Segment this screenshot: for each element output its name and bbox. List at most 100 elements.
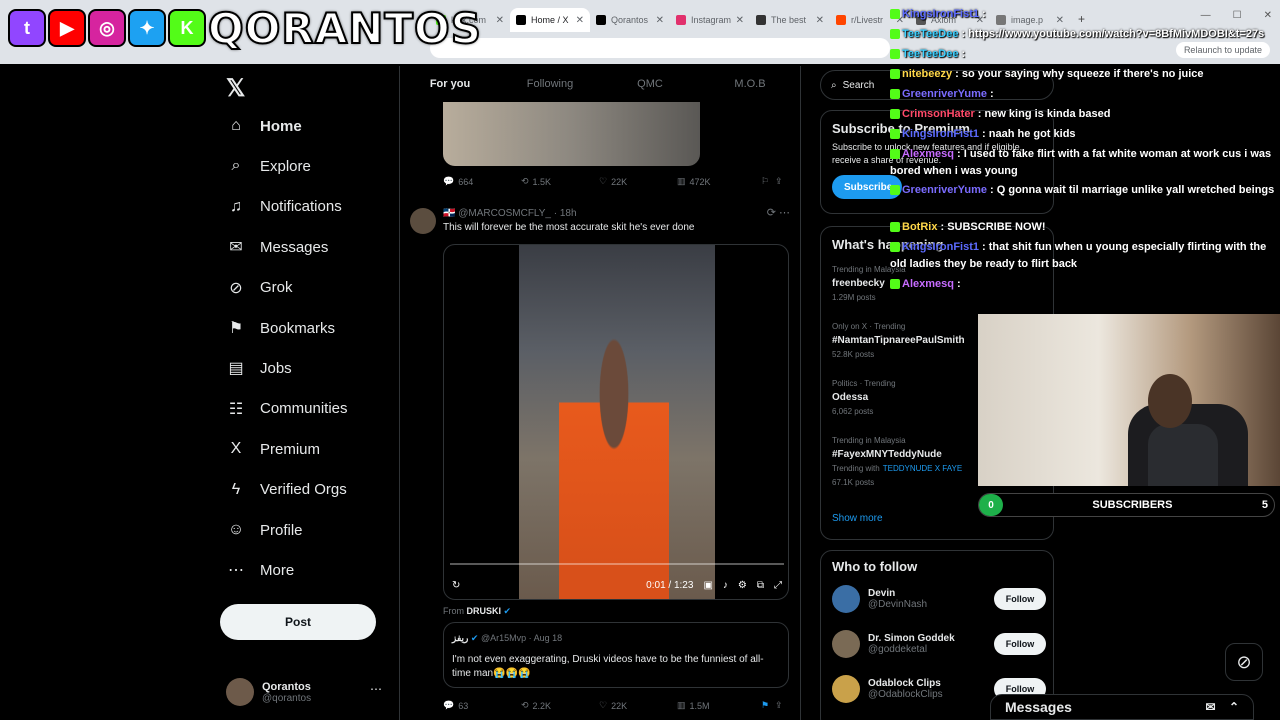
more-options-icon[interactable]: ⋯ [779, 207, 790, 219]
nav-item-label: Bookmarks [260, 319, 336, 337]
who-to-follow-title: Who to follow [832, 559, 918, 574]
trend-context: Politics · Trending [832, 379, 896, 388]
replay-icon[interactable]: ↻ [452, 580, 460, 591]
nav-item-label: Verified Orgs [260, 481, 347, 499]
chat-badge-icon [890, 109, 900, 120]
previous-post-media[interactable] [443, 102, 700, 166]
feed-tabs: For you Following QMC M.O.B [400, 66, 800, 102]
home-icon: ⌂ [231, 117, 241, 134]
browser-tab[interactable]: Instagram ✕ [670, 8, 750, 32]
browser-tab[interactable]: Home / X ✕ [510, 8, 590, 32]
grok-floating-button[interactable]: ⊘ [1225, 643, 1263, 681]
grok-icon[interactable]: ⟳ [767, 207, 776, 219]
author-avatar[interactable] [410, 208, 436, 234]
video-progress-bar[interactable] [450, 563, 784, 565]
source-name[interactable]: DRUSKI [467, 606, 502, 616]
tweet-author[interactable]: 🇩🇴 @MARCOSMCFLY_ · 18h [443, 208, 577, 219]
bookmark-icon[interactable]: ⚑ [761, 700, 775, 711]
reply-button[interactable]: 💬 664 [443, 176, 521, 187]
trend-item[interactable]: Trending in Malaysia #FayexMNYTeddyNude Tr… [832, 434, 962, 490]
follow-suggestion[interactable]: Dr. Simon Goddek @goddeketal Follow [832, 630, 1046, 658]
feed-tab[interactable]: QMC [600, 66, 700, 102]
nav-item-jobs[interactable]: ▤ Jobs [226, 356, 291, 380]
settings-icon[interactable]: ⚙ [738, 580, 747, 591]
follow-suggestion[interactable]: Devin @DevinNash Follow [832, 585, 1046, 613]
feed-tab[interactable]: Following [500, 66, 600, 102]
follow-button[interactable]: Follow [994, 588, 1046, 610]
show-more-link[interactable]: Show more [832, 513, 883, 524]
like-button[interactable]: ♡ 22K [599, 700, 677, 711]
feed-tab[interactable]: M.O.B [700, 66, 800, 102]
timeline: For you Following QMC M.O.B 💬 664 ⟲ 1.5K ♡ … [399, 66, 801, 720]
chat-message: KingsIronFist1: that shit fun when u you… [890, 241, 1267, 270]
trend-context: Trending in Malaysia [832, 436, 906, 445]
nav-item-grok[interactable]: ⊘ Grok [226, 276, 292, 300]
share-icon[interactable]: ⇪ [775, 176, 783, 187]
close-tab-icon[interactable]: ✕ [496, 15, 504, 26]
follow-button[interactable]: Follow [994, 633, 1046, 655]
browser-tab[interactable]: Qorantos ✕ [590, 8, 670, 32]
nav-item-premium[interactable]: X Premium [226, 437, 320, 461]
nav-item-home[interactable]: ⌂ Home [226, 114, 302, 138]
views-button[interactable]: ▥ 1.5M [677, 700, 761, 711]
close-tab-icon[interactable]: ✕ [816, 15, 824, 26]
trend-with-link[interactable]: TEDDYNUDE X FAYE [883, 464, 962, 473]
reply-button[interactable]: 💬 63 [443, 700, 521, 711]
suggestion-name: Devin [868, 588, 896, 599]
repost-button[interactable]: ⟲ 1.5K [521, 176, 599, 187]
social-icons: t ▶ ◎ ✦ K [8, 9, 206, 47]
quoted-tweet[interactable]: ريفز ✔ @Ar15Mvp · Aug 18 I'm not even ex… [443, 622, 789, 688]
nav-item-bookmarks[interactable]: ⚑ Bookmarks [226, 316, 335, 340]
tab-label: r/Livestr [851, 15, 884, 25]
feed-tab[interactable]: For you [400, 66, 500, 102]
captions-icon[interactable]: ▣ [703, 580, 712, 591]
nav-item-profile[interactable]: ☺ Profile [226, 518, 303, 542]
volume-icon[interactable]: ♪ [723, 580, 728, 591]
expand-icon[interactable]: ⌃ [1229, 700, 1239, 714]
like-button[interactable]: ♡ 22K [599, 176, 677, 187]
suggestion-name: Dr. Simon Goddek [868, 633, 955, 644]
close-tab-icon[interactable]: ✕ [576, 15, 584, 26]
nav-item-label: Home [260, 117, 302, 135]
repost-button[interactable]: ⟲ 2.2K [521, 700, 599, 711]
video-player[interactable]: ↻ 0:01 / 1:23 ▣ ♪ ⚙ ⧉ ⤢ [443, 244, 789, 600]
tab-favicon-icon [676, 15, 686, 25]
nav-item-messages[interactable]: ✉ Messages [226, 235, 328, 259]
account-switcher[interactable]: Qorantos @qorantos ⋯ [226, 676, 396, 708]
chat-message: TeeTeeDee: [890, 46, 1276, 63]
tab-label: Home / X [531, 15, 569, 25]
chat-text: so your saying why squeeze if there's no… [961, 68, 1204, 80]
avatar [832, 585, 860, 613]
bookmark-icon[interactable]: ⚐ [761, 176, 775, 187]
drawer-controls: ✉ ⌃ [1206, 700, 1239, 714]
twitter-icon: ✦ [128, 9, 166, 47]
trend-name: #FayexMNYTeddyNude [832, 449, 942, 460]
close-tab-icon[interactable]: ✕ [656, 15, 664, 26]
messages-drawer[interactable]: Messages ✉ ⌃ [990, 694, 1254, 720]
post-button[interactable]: Post [220, 604, 376, 640]
x-logo-icon[interactable]: 𝕏 [226, 74, 245, 103]
chat-badge-icon [890, 29, 900, 40]
chat-username: KingsIronFist1 [902, 128, 980, 140]
fullscreen-icon[interactable]: ⤢ [774, 580, 782, 591]
chat-message: KingsIronFist1: naah he got kids [890, 126, 1276, 143]
new-message-icon[interactable]: ✉ [1206, 700, 1216, 714]
verified-icon: ✔ [470, 633, 479, 643]
pip-icon[interactable]: ⧉ [757, 580, 764, 591]
trend-item[interactable]: Only on X · Trending #NamtanTipnareePaulS… [832, 320, 965, 362]
chat-username: KingsIronFist1 [902, 8, 980, 20]
views-button[interactable]: ▥ 472K [677, 176, 761, 187]
nav-item-notifications[interactable]: ♫ Notifications [226, 195, 342, 219]
nav-item-verified-orgs[interactable]: ϟ Verified Orgs [226, 478, 347, 502]
chat-badge-icon [890, 242, 900, 253]
nav-item-more[interactable]: ⋯ More [226, 558, 294, 582]
browser-tab[interactable]: The best ✕ [750, 8, 830, 32]
chat-username: KingsIronFist1 [902, 241, 980, 253]
close-tab-icon[interactable]: ✕ [736, 15, 744, 26]
nav-item-explore[interactable]: ⌕ Explore [226, 154, 311, 178]
more-dots-icon[interactable]: ⋯ [370, 682, 382, 696]
address-bar[interactable] [430, 38, 890, 58]
trend-item[interactable]: Politics · Trending Odessa 6,062 posts [832, 377, 896, 419]
share-icon[interactable]: ⇪ [775, 700, 783, 711]
nav-item-communities[interactable]: ☷ Communities [226, 397, 348, 421]
